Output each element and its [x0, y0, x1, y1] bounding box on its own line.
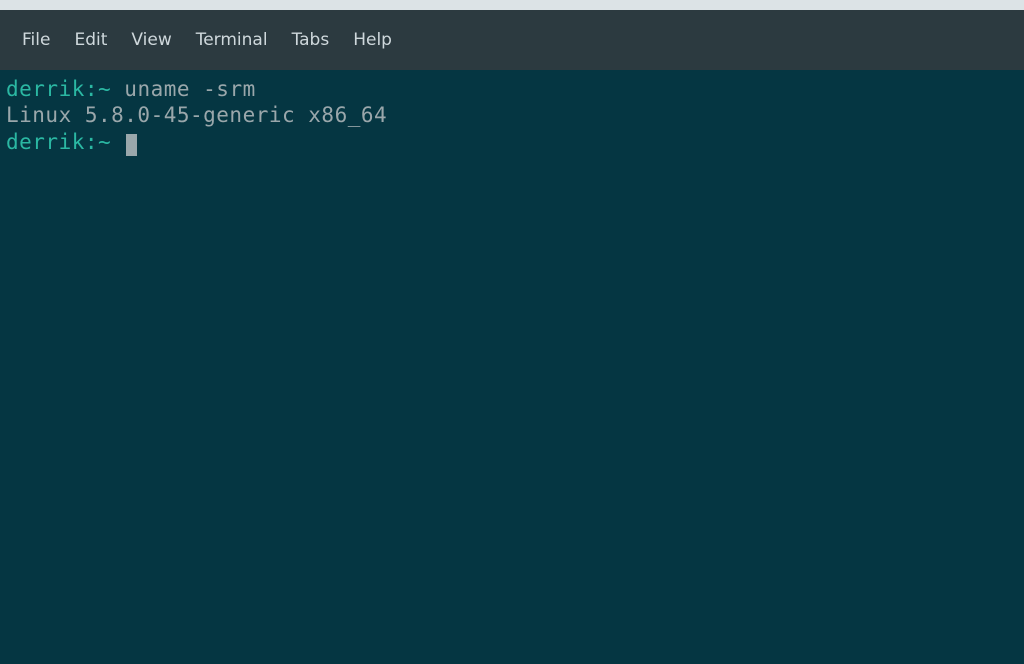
output-text: Linux 5.8.0-45-generic x86_64	[6, 103, 387, 127]
menu-terminal[interactable]: Terminal	[184, 24, 280, 56]
menu-tabs[interactable]: Tabs	[280, 24, 342, 56]
terminal-line: derrik:~ uname -srm	[6, 76, 1018, 102]
cursor-icon	[126, 134, 137, 156]
menu-help[interactable]: Help	[341, 24, 404, 56]
terminal-body[interactable]: derrik:~ uname -srm Linux 5.8.0-45-gener…	[0, 70, 1024, 161]
menu-edit[interactable]: Edit	[62, 24, 119, 56]
prompt: derrik:~	[6, 77, 124, 101]
terminal-line: Linux 5.8.0-45-generic x86_64	[6, 102, 1018, 128]
menu-view[interactable]: View	[119, 24, 183, 56]
menubar: File Edit View Terminal Tabs Help	[0, 10, 1024, 70]
command-text: uname -srm	[124, 77, 255, 101]
window-titlebar	[0, 0, 1024, 10]
prompt: derrik:~	[6, 130, 124, 154]
terminal-line: derrik:~	[6, 129, 1018, 155]
menu-file[interactable]: File	[10, 24, 62, 56]
